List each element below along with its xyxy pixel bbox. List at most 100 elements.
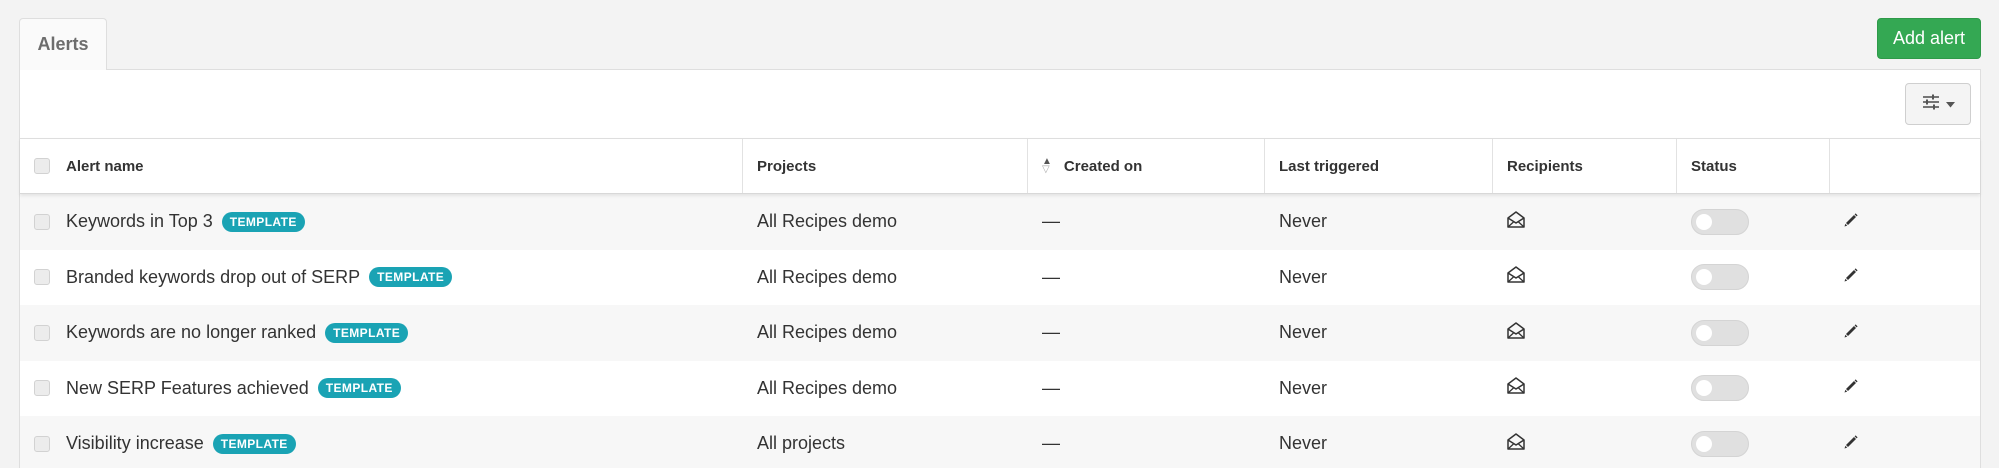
project-name: All Recipes demo — [757, 266, 898, 287]
row-checkbox[interactable] — [34, 435, 50, 452]
column-created-on[interactable]: ▲ ▽ Created on — [1028, 139, 1265, 193]
pencil-icon[interactable] — [1844, 379, 1858, 393]
alert-name-cell: Visibility increase TEMPLATE — [20, 416, 743, 468]
column-label: Projects — [757, 157, 817, 175]
toggle-knob — [1696, 269, 1712, 286]
table-row: New SERP Features achieved TEMPLATE All … — [20, 360, 1980, 417]
envelope-open-icon[interactable] — [1507, 377, 1525, 399]
column-settings-button[interactable] — [1905, 83, 1971, 125]
created-on-cell: — — [1028, 194, 1265, 250]
status-toggle[interactable] — [1691, 319, 1749, 346]
toggle-knob — [1696, 213, 1712, 230]
actions-cell — [1830, 305, 1980, 361]
toggle-knob — [1696, 435, 1712, 452]
status-toggle[interactable] — [1691, 264, 1749, 291]
pencil-icon[interactable] — [1844, 435, 1858, 449]
template-badge: TEMPLATE — [325, 322, 409, 343]
last-triggered-cell: Never — [1265, 305, 1493, 361]
pencil-icon[interactable] — [1844, 213, 1858, 227]
alert-name-cell: New SERP Features achieved TEMPLATE — [20, 361, 743, 417]
column-label: Status — [1691, 157, 1737, 175]
recipients-cell — [1493, 305, 1677, 361]
toggle-knob — [1696, 380, 1712, 397]
last-triggered-cell: Never — [1265, 361, 1493, 417]
created-on-value: — — [1042, 266, 1060, 287]
created-on-cell: — — [1028, 416, 1265, 468]
row-checkbox[interactable] — [34, 269, 50, 286]
created-on-value: — — [1042, 322, 1060, 343]
status-toggle[interactable] — [1691, 375, 1749, 402]
last-triggered-cell: Never — [1265, 250, 1493, 306]
created-on-cell: — — [1028, 361, 1265, 417]
created-on-value: — — [1042, 211, 1060, 232]
pencil-icon[interactable] — [1844, 268, 1858, 282]
recipients-cell — [1493, 194, 1677, 250]
status-cell — [1677, 194, 1830, 250]
alerts-panel: Alert name Projects ▲ ▽ Created on Last t… — [19, 69, 1981, 468]
alert-name-cell: Keywords in Top 3 TEMPLATE — [20, 194, 743, 250]
project-cell: All projects — [743, 416, 1028, 468]
project-name: All projects — [757, 433, 846, 454]
status-toggle[interactable] — [1691, 208, 1749, 235]
column-alert-name[interactable]: Alert name — [20, 139, 743, 193]
column-status[interactable]: Status — [1677, 139, 1830, 193]
alert-name[interactable]: Branded keywords drop out of SERP — [66, 267, 360, 288]
sliders-icon — [1922, 94, 1940, 115]
alert-name[interactable]: Keywords in Top 3 — [66, 211, 213, 232]
last-triggered-value: Never — [1279, 377, 1328, 398]
last-triggered-value: Never — [1279, 211, 1328, 232]
actions-cell — [1830, 250, 1980, 306]
column-last-triggered[interactable]: Last triggered — [1265, 139, 1493, 193]
actions-cell — [1830, 194, 1980, 250]
last-triggered-value: Never — [1279, 266, 1328, 287]
table-row: Keywords are no longer ranked TEMPLATE A… — [20, 305, 1980, 361]
pencil-icon[interactable] — [1844, 324, 1858, 338]
alert-name[interactable]: Visibility increase — [66, 433, 204, 454]
project-name: All Recipes demo — [757, 322, 898, 343]
column-recipients[interactable]: Recipients — [1493, 139, 1677, 193]
select-all-checkbox[interactable] — [34, 158, 50, 174]
column-label: Alert name — [66, 157, 144, 175]
table-body: Keywords in Top 3 TEMPLATE All Recipes d… — [20, 194, 1980, 468]
alert-name[interactable]: New SERP Features achieved — [66, 378, 309, 399]
project-cell: All Recipes demo — [743, 250, 1028, 306]
toggle-knob — [1696, 324, 1712, 341]
column-label: Last triggered — [1279, 157, 1380, 175]
status-cell — [1677, 305, 1830, 361]
project-cell: All Recipes demo — [743, 305, 1028, 361]
template-badge: TEMPLATE — [369, 267, 453, 288]
actions-cell — [1830, 361, 1980, 417]
envelope-open-icon[interactable] — [1507, 322, 1525, 344]
sort-arrows-icon: ▲ ▽ — [1042, 156, 1052, 175]
last-triggered-cell: Never — [1265, 416, 1493, 468]
alert-name[interactable]: Keywords are no longer ranked — [66, 322, 316, 343]
envelope-open-icon[interactable] — [1507, 433, 1525, 455]
created-on-value: — — [1042, 377, 1060, 398]
envelope-open-icon[interactable] — [1507, 266, 1525, 288]
status-toggle[interactable] — [1691, 430, 1749, 457]
envelope-open-icon[interactable] — [1507, 211, 1525, 233]
row-checkbox[interactable] — [34, 324, 50, 341]
column-label: Recipients — [1507, 157, 1583, 175]
last-triggered-cell: Never — [1265, 194, 1493, 250]
add-alert-button[interactable]: Add alert — [1877, 18, 1981, 59]
created-on-value: — — [1042, 433, 1060, 454]
column-label: Created on — [1063, 157, 1143, 175]
tab-alerts[interactable]: Alerts — [19, 18, 107, 70]
caret-down-icon — [1945, 95, 1955, 113]
table-row: Branded keywords drop out of SERP TEMPLA… — [20, 249, 1980, 306]
template-badge: TEMPLATE — [212, 433, 296, 454]
alert-name-cell: Branded keywords drop out of SERP TEMPLA… — [20, 250, 743, 306]
created-on-cell: — — [1028, 250, 1265, 306]
recipients-cell — [1493, 361, 1677, 417]
status-cell — [1677, 416, 1830, 468]
project-name: All Recipes demo — [757, 377, 898, 398]
last-triggered-value: Never — [1279, 322, 1328, 343]
project-cell: All Recipes demo — [743, 361, 1028, 417]
alert-name-cell: Keywords are no longer ranked TEMPLATE — [20, 305, 743, 361]
row-checkbox[interactable] — [34, 380, 50, 397]
table-header: Alert name Projects ▲ ▽ Created on Last t… — [20, 138, 1980, 194]
column-projects[interactable]: Projects — [743, 139, 1028, 193]
row-checkbox[interactable] — [34, 213, 50, 230]
last-triggered-value: Never — [1279, 433, 1328, 454]
